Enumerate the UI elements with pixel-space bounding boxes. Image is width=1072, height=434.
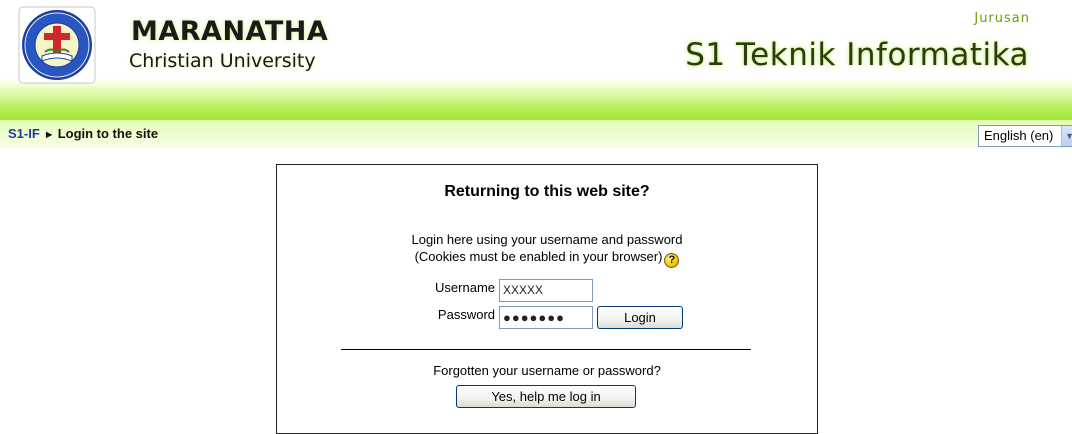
breadcrumb-current: Login to the site xyxy=(57,126,159,141)
password-field[interactable]: ●●●●●●● xyxy=(499,306,593,329)
university-name: MARANATHA xyxy=(131,16,329,47)
help-me-log-in-button[interactable]: Yes, help me log in xyxy=(456,385,636,408)
login-instructions: Login here using your username and passw… xyxy=(277,231,817,268)
university-logo xyxy=(18,6,96,84)
username-label: Username xyxy=(435,280,495,295)
password-label: Password xyxy=(437,307,495,322)
navigation-bar: S1-IF ► Login to the site xyxy=(0,120,1072,148)
login-box: Returning to this web site? Login here u… xyxy=(276,164,818,434)
language-selected-value: English (en) xyxy=(984,128,1054,143)
breadcrumb: S1-IF ► Login to the site xyxy=(8,127,158,142)
login-button[interactable]: Login xyxy=(597,306,683,329)
university-subtitle: Christian University xyxy=(129,50,316,72)
language-select[interactable]: English (en) ▼ xyxy=(978,125,1072,147)
divider xyxy=(341,349,751,350)
chevron-down-icon[interactable]: ▼ xyxy=(1061,126,1072,146)
forgot-password-text: Forgotten your username or password? xyxy=(433,363,661,378)
breadcrumb-home-link[interactable]: S1-IF xyxy=(8,126,40,141)
login-title: Returning to this web site? xyxy=(444,183,650,200)
breadcrumb-separator-icon: ► xyxy=(43,129,55,141)
site-header: MARANATHA Christian University Jurusan S… xyxy=(0,0,1072,120)
username-field[interactable]: XXXXX xyxy=(499,279,593,302)
login-instructions-line2: (Cookies must be enabled in your browser… xyxy=(414,249,663,264)
login-instructions-line1: Login here using your username and passw… xyxy=(411,232,683,247)
department-label: Jurusan xyxy=(974,11,1030,26)
department-name: S1 Teknik Informatika xyxy=(685,37,1029,73)
help-icon[interactable]: ? xyxy=(664,253,680,268)
